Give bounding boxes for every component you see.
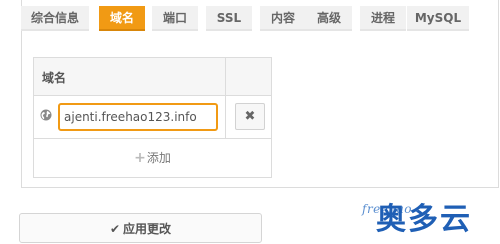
tab-domain[interactable]: 域名	[99, 6, 145, 31]
delete-domain-button[interactable]: ✖	[235, 103, 265, 130]
globe-icon	[40, 109, 52, 121]
domain-column-header: 域名	[34, 58, 226, 96]
add-domain-label: 添加	[146, 151, 171, 165]
add-domain-button[interactable]: +添加	[34, 139, 271, 177]
domain-input[interactable]	[58, 103, 218, 131]
domain-header-label: 域名	[42, 71, 67, 85]
table-row: ✖	[34, 96, 271, 139]
apply-changes-button[interactable]: ✔ 应用更改	[19, 213, 262, 243]
action-column-header	[226, 58, 271, 96]
tab-port[interactable]: 端口	[152, 6, 198, 31]
tab-advanced[interactable]: 高级	[306, 6, 352, 31]
plus-icon: +	[134, 150, 146, 166]
domain-table: 域名 ✖ +添加	[33, 57, 272, 178]
domain-cell	[34, 96, 226, 138]
watermark-brand-text: 奥多云	[376, 202, 472, 237]
watermark-logo: freehao 奥多云	[360, 190, 498, 237]
check-icon: ✔	[109, 222, 121, 236]
tab-mysql[interactable]: MySQL	[407, 6, 469, 31]
tab-content[interactable]: 内容	[260, 6, 306, 31]
tab-ssl[interactable]: SSL	[206, 6, 252, 31]
tab-overview[interactable]: 综合信息	[21, 6, 89, 31]
close-icon: ✖	[244, 109, 256, 124]
apply-changes-label: 应用更改	[123, 222, 172, 236]
tab-process[interactable]: 进程	[360, 6, 406, 31]
